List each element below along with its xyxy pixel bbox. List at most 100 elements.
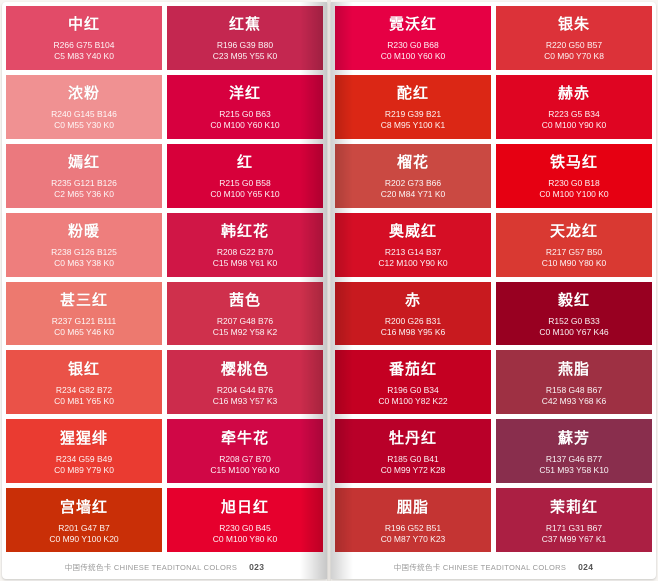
rgb-values: R235 G121 B126: [51, 178, 117, 189]
color-swatch-card: 蘇芳 R137 G46 B77 C51 M93 Y58 K10: [496, 419, 652, 484]
cmyk-values: C0 M100 Y90 K0: [541, 120, 607, 131]
color-name: 浓粉: [67, 84, 100, 103]
color-swatch-card: 铁马红 R230 G0 B18 C0 M100 Y100 K0: [496, 143, 652, 208]
rgb-values: R215 G0 B63: [219, 109, 271, 120]
cmyk-values: C51 M93 Y58 K10: [539, 464, 609, 475]
color-name: 甚三红: [59, 290, 108, 309]
color-swatch-card: 赤 R200 G26 B31 C16 M98 Y95 K6: [335, 281, 491, 346]
rgb-values: R240 G145 B146: [51, 109, 117, 120]
color-name: 樱桃色: [220, 359, 269, 378]
open-color-book: 中红 R266 G75 B104 C5 M83 Y40 K0 红蕉 R196 G39 B…: [0, 0, 658, 581]
color-swatch-card: 天龙红 R217 G57 B50 C10 M90 Y80 K0: [496, 212, 652, 277]
rgb-values: R219 G39 B21: [384, 109, 442, 120]
color-name: 红蕉: [228, 15, 261, 34]
color-swatch-card: 牡丹红 R185 G0 B41 C0 M99 Y72 K28: [335, 419, 491, 484]
page-number: 024: [578, 562, 594, 572]
color-name: 茉莉红: [549, 497, 598, 516]
cmyk-values: C2 M65 Y36 K0: [54, 189, 114, 200]
color-swatch-card: 红 R215 G0 B58 C0 M100 Y65 K10: [167, 143, 323, 208]
rgb-values: R208 G7 B70: [219, 453, 271, 464]
rgb-values: R223 G5 B34: [548, 109, 600, 120]
color-swatch-card: 中红 R266 G75 B104 C5 M83 Y40 K0: [6, 6, 162, 70]
cmyk-values: C0 M100 Y67 K46: [539, 326, 609, 337]
color-name: 红: [236, 153, 253, 172]
cmyk-values: C0 M99 Y72 K28: [380, 464, 446, 475]
cmyk-values: C0 M81 Y65 K0: [54, 395, 114, 406]
color-swatch-card: 茜色 R207 G48 B76 C15 M92 Y58 K2: [167, 281, 323, 346]
color-name: 银朱: [557, 15, 590, 34]
color-swatch-card: 茉莉红 R171 G31 B67 C37 M99 Y67 K1: [496, 488, 652, 552]
rgb-values: R230 G0 B45: [219, 522, 271, 533]
color-name: 旭日红: [220, 497, 269, 516]
color-name: 奥威红: [388, 222, 437, 241]
rgb-values: R207 G48 B76: [216, 315, 274, 326]
rgb-values: R213 G14 B37: [384, 247, 442, 258]
color-swatch-card: 奥威红 R213 G14 B37 C12 M100 Y90 K0: [335, 212, 491, 277]
cmyk-values: C16 M98 Y95 K6: [380, 326, 446, 337]
color-name: 胭脂: [396, 497, 429, 516]
color-name: 韩红花: [220, 222, 269, 241]
cmyk-values: C0 M89 Y79 K0: [54, 464, 114, 475]
color-swatch-card: 赫赤 R223 G5 B34 C0 M100 Y90 K0: [496, 74, 652, 139]
right-page: 霓沃红 R230 G0 B68 C0 M100 Y60 K0 银朱 R220 G50 B…: [331, 2, 656, 579]
color-name: 蘇芳: [557, 428, 590, 447]
page-number: 023: [249, 562, 265, 572]
cmyk-values: C16 M93 Y57 K3: [212, 395, 278, 406]
rgb-values: R266 G75 B104: [53, 40, 115, 51]
color-name: 洋红: [228, 84, 261, 103]
cmyk-values: C0 M100 Y60 K0: [380, 51, 446, 62]
rgb-values: R137 G46 B77: [545, 453, 603, 464]
color-swatch-card: 甚三红 R237 G121 B111 C0 M65 Y46 K0: [6, 281, 162, 346]
cmyk-values: C0 M100 Y82 K22: [378, 395, 448, 406]
rgb-values: R202 G73 B66: [384, 178, 442, 189]
rgb-values: R196 G39 B80: [216, 40, 274, 51]
swatch-grid-left: 中红 R266 G75 B104 C5 M83 Y40 K0 红蕉 R196 G39 B…: [6, 6, 323, 552]
color-swatch-card: 洋红 R215 G0 B63 C0 M100 Y60 K10: [167, 74, 323, 139]
rgb-values: R237 G121 B111: [51, 315, 117, 326]
color-swatch-card: 胭脂 R196 G52 B51 C0 M87 Y70 K23: [335, 488, 491, 552]
color-name: 霓沃红: [388, 15, 437, 34]
color-name: 赤: [404, 290, 421, 309]
rgb-values: R230 G0 B68: [387, 40, 439, 51]
color-name: 酡红: [396, 84, 429, 103]
cmyk-values: C0 M90 Y70 K8: [544, 51, 604, 62]
rgb-values: R201 G47 B7: [58, 522, 110, 533]
color-name: 中红: [67, 15, 100, 34]
color-name: 燕脂: [557, 359, 590, 378]
cmyk-values: C0 M63 Y38 K0: [54, 258, 114, 269]
color-swatch-card: 韩红花 R208 G22 B70 C15 M98 Y61 K0: [167, 212, 323, 277]
cmyk-values: C8 M95 Y100 K1: [380, 120, 446, 131]
color-name: 嫣红: [67, 153, 100, 172]
cmyk-values: C0 M100 Y60 K10: [210, 120, 280, 131]
cmyk-values: C0 M90 Y100 K20: [49, 533, 119, 544]
rgb-values: R217 G57 B50: [545, 247, 603, 258]
color-name: 猩猩绯: [59, 428, 108, 447]
rgb-values: R171 G31 B67: [545, 522, 603, 533]
cmyk-values: C15 M92 Y58 K2: [212, 326, 278, 337]
color-name: 铁马红: [549, 153, 598, 172]
color-swatch-card: 浓粉 R240 G145 B146 C0 M55 Y30 K0: [6, 74, 162, 139]
rgb-values: R208 G22 B70: [216, 247, 274, 258]
color-swatch-card: 酡红 R219 G39 B21 C8 M95 Y100 K1: [335, 74, 491, 139]
color-swatch-card: 燕脂 R158 G48 B67 C42 M93 Y68 K6: [496, 350, 652, 415]
rgb-values: R185 G0 B41: [387, 453, 439, 464]
rgb-values: R220 G50 B57: [545, 40, 603, 51]
page-footer-left: 中国传统色卡 CHINESE TEADITONAL COLORS 023: [2, 558, 327, 576]
color-name: 牵牛花: [220, 428, 269, 447]
cmyk-values: C0 M100 Y100 K0: [539, 189, 609, 200]
color-swatch-card: 榴花 R202 G73 B66 C20 M84 Y71 K0: [335, 143, 491, 208]
color-swatch-card: 霓沃红 R230 G0 B68 C0 M100 Y60 K0: [335, 6, 491, 70]
cmyk-values: C0 M65 Y46 K0: [54, 326, 114, 337]
rgb-values: R238 G126 B125: [51, 247, 117, 258]
rgb-values: R158 G48 B67: [545, 384, 603, 395]
cmyk-values: C15 M100 Y60 K0: [210, 464, 280, 475]
rgb-values: R230 G0 B18: [548, 178, 600, 189]
color-name: 牡丹红: [388, 428, 437, 447]
color-swatch-card: 银朱 R220 G50 B57 C0 M90 Y70 K8: [496, 6, 652, 70]
color-name: 茜色: [228, 290, 261, 309]
rgb-values: R200 G26 B31: [384, 315, 442, 326]
rgb-values: R152 G0 B33: [548, 315, 600, 326]
rgb-values: R215 G0 B58: [219, 178, 271, 189]
cmyk-values: C15 M98 Y61 K0: [212, 258, 278, 269]
color-name: 宫墙红: [59, 497, 108, 516]
